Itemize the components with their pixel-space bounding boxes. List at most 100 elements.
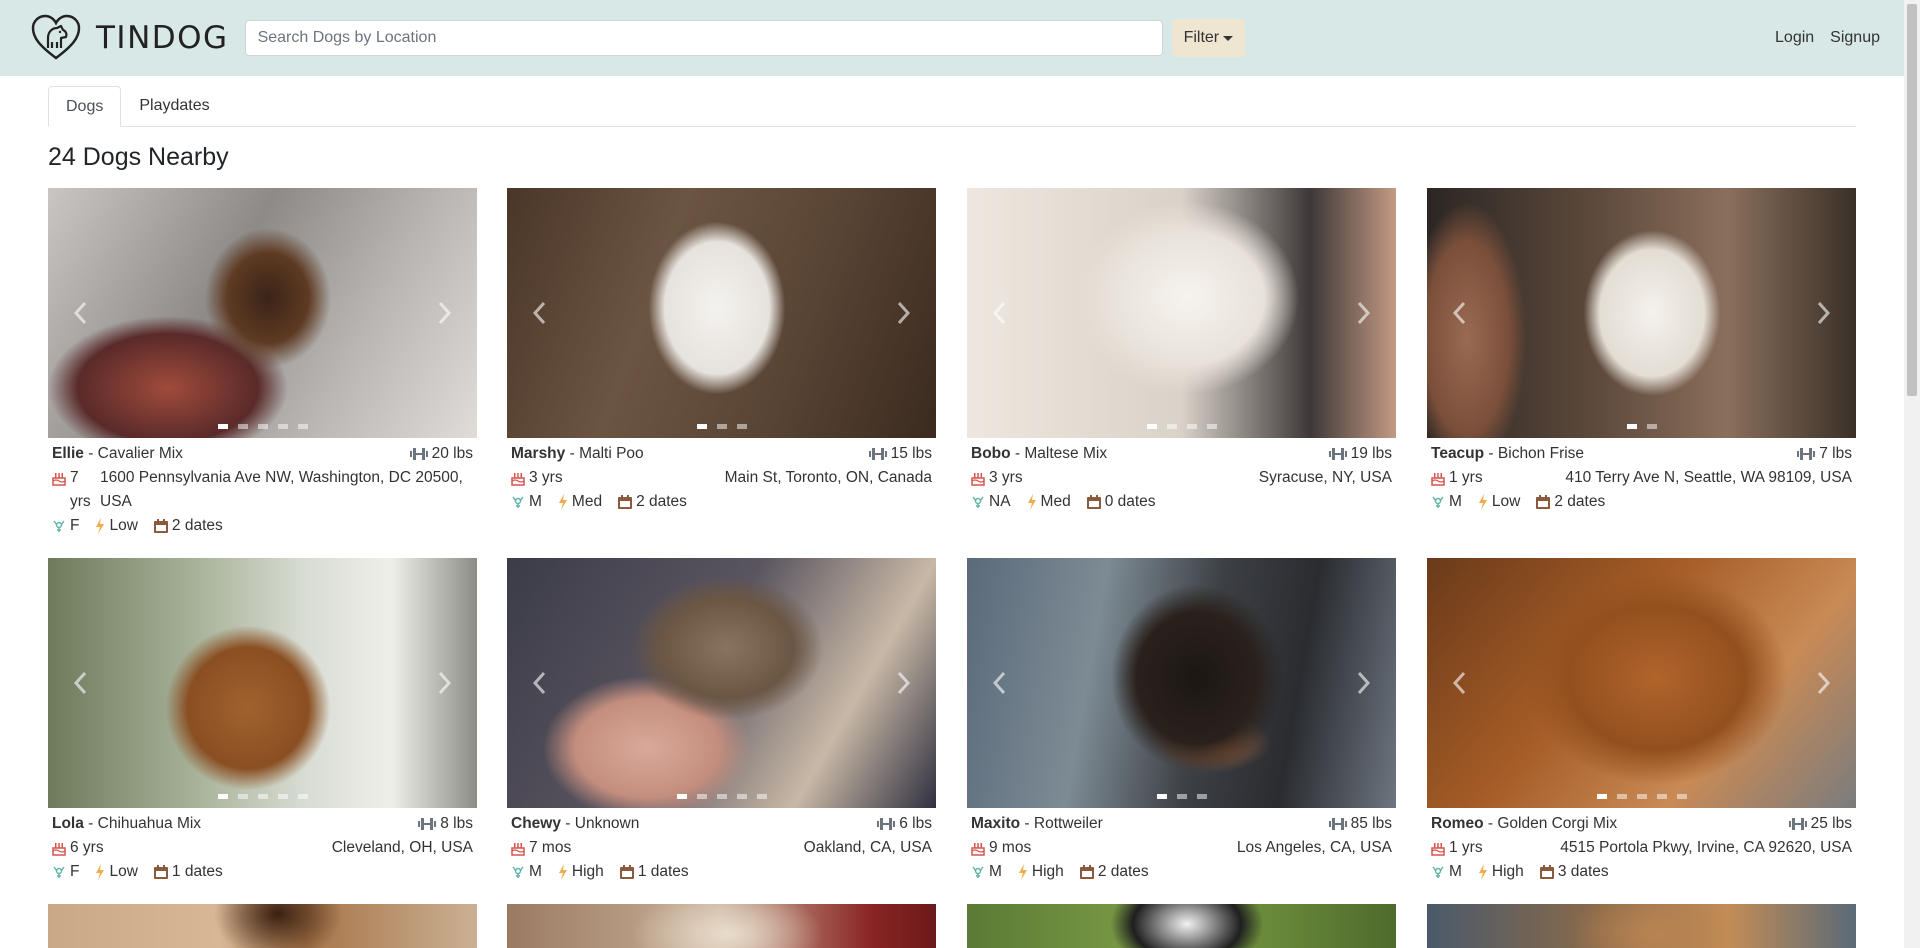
carousel-indicator[interactable] — [696, 794, 707, 799]
carousel-indicator[interactable] — [1156, 794, 1167, 799]
chevron-left-icon[interactable] — [989, 670, 1011, 696]
dog-weight: 15 lbs — [890, 445, 932, 462]
filter-dropdown-button[interactable]: Filter — [1171, 19, 1246, 57]
chevron-right-icon[interactable] — [892, 300, 914, 326]
dog-card[interactable]: Romeo - Golden Corgi Mix 25 lbs 1 yrs 45… — [1427, 558, 1856, 884]
dog-sex-block: M — [1431, 860, 1462, 884]
carousel-indicator[interactable] — [257, 424, 268, 429]
tab-dogs[interactable]: Dogs — [48, 86, 122, 127]
dog-photo[interactable] — [967, 558, 1396, 808]
dog-age-block: 9 mos — [971, 836, 1237, 860]
dog-photo[interactable] — [48, 904, 477, 948]
carousel-indicator[interactable] — [1186, 424, 1197, 429]
chevron-right-icon[interactable] — [1812, 300, 1834, 326]
dog-photo[interactable] — [507, 904, 936, 948]
carousel-indicator[interactable] — [756, 794, 767, 799]
dog-card[interactable]: Marshy - Malti Poo 15 lbs 3 yrs Main St,… — [507, 188, 936, 514]
carousel-indicator[interactable] — [696, 424, 707, 429]
signup-link[interactable]: Signup — [1830, 29, 1880, 47]
tab-playdates[interactable]: Playdates — [121, 86, 227, 125]
dog-card[interactable]: Teacup - Bichon Frise 7 lbs 1 yrs 410 Te… — [1427, 188, 1856, 514]
search-input[interactable] — [244, 20, 1163, 56]
dog-card[interactable]: Ellie - Cavalier Mix 20 lbs 7 yrs 1600 Pe… — [48, 188, 477, 538]
carousel-indicator[interactable] — [217, 424, 228, 429]
chevron-right-icon[interactable] — [1352, 300, 1374, 326]
chevron-left-icon[interactable] — [70, 670, 92, 696]
carousel-indicator[interactable] — [676, 794, 687, 799]
dog-card[interactable] — [967, 904, 1396, 948]
login-link[interactable]: Login — [1775, 29, 1814, 47]
carousel-indicator[interactable] — [1176, 794, 1187, 799]
dog-sex: M — [1449, 863, 1462, 880]
dog-title: Ellie - Cavalier Mix — [52, 445, 183, 462]
gender-icon — [1432, 496, 1444, 508]
dog-energy: High — [571, 863, 604, 880]
dog-photo[interactable] — [967, 188, 1396, 438]
dog-card[interactable] — [507, 904, 936, 948]
dog-photo[interactable] — [1427, 904, 1856, 948]
dog-dates-block: 1 dates — [619, 860, 689, 884]
dumbbell-icon — [1328, 448, 1347, 460]
chevron-left-icon[interactable] — [529, 670, 551, 696]
carousel-indicator[interactable] — [297, 424, 308, 429]
carousel-indicator[interactable] — [1646, 424, 1657, 429]
carousel-indicator[interactable] — [277, 424, 288, 429]
scrollbar[interactable] — [1904, 0, 1920, 948]
carousel-indicator[interactable] — [1626, 424, 1637, 429]
chevron-left-icon[interactable] — [529, 300, 551, 326]
dog-location: 1600 Pennsylvania Ave NW, Washington, DC… — [100, 469, 463, 510]
carousel-indicator[interactable] — [1596, 794, 1607, 799]
carousel-indicator[interactable] — [237, 794, 248, 799]
dog-card[interactable]: Bobo - Maltese Mix 19 lbs 3 yrs Syracuse… — [967, 188, 1396, 514]
dog-info: Teacup - Bichon Frise 7 lbs 1 yrs 410 Te… — [1427, 438, 1856, 514]
carousel-indicator[interactable] — [736, 424, 747, 429]
dog-card[interactable] — [1427, 904, 1856, 948]
carousel-indicator[interactable] — [1146, 424, 1157, 429]
carousel-indicator[interactable] — [217, 794, 228, 799]
lightning-icon — [1027, 494, 1036, 510]
chevron-right-icon[interactable] — [892, 670, 914, 696]
chevron-right-icon[interactable] — [433, 300, 455, 326]
dog-card[interactable] — [48, 904, 477, 948]
carousel-indicator[interactable] — [1616, 794, 1627, 799]
dog-energy-block: Low — [1478, 490, 1520, 514]
carousel-indicator[interactable] — [237, 424, 248, 429]
dog-photo[interactable] — [48, 188, 477, 438]
scrollbar-thumb[interactable] — [1907, 4, 1917, 396]
dog-photo[interactable] — [1427, 558, 1856, 808]
carousel-indicator[interactable] — [1676, 794, 1687, 799]
dog-card[interactable]: Chewy - Unknown 6 lbs 7 mos Oakland, CA,… — [507, 558, 936, 884]
carousel-indicator[interactable] — [1656, 794, 1667, 799]
carousel-indicator[interactable] — [277, 794, 288, 799]
chevron-right-icon[interactable] — [1812, 670, 1834, 696]
dog-age-block: 7 mos — [511, 836, 804, 860]
carousel-indicator[interactable] — [1166, 424, 1177, 429]
dog-sex: M — [529, 493, 542, 510]
dog-card[interactable]: Lola - Chihuahua Mix 8 lbs 6 yrs Clevela… — [48, 558, 477, 884]
chevron-left-icon[interactable] — [1449, 670, 1471, 696]
dog-photo[interactable] — [48, 558, 477, 808]
dog-card[interactable]: Maxito - Rottweiler 85 lbs 9 mos Los Ang… — [967, 558, 1396, 884]
carousel-indicator[interactable] — [257, 794, 268, 799]
dumbbell-icon — [409, 448, 428, 460]
carousel-indicator[interactable] — [716, 424, 727, 429]
carousel-indicator[interactable] — [1636, 794, 1647, 799]
carousel-indicator[interactable] — [297, 794, 308, 799]
dog-sex: F — [70, 863, 80, 880]
chevron-right-icon[interactable] — [433, 670, 455, 696]
dog-breed: Chihuahua Mix — [97, 815, 202, 832]
chevron-right-icon[interactable] — [1352, 670, 1374, 696]
chevron-left-icon[interactable] — [1449, 300, 1471, 326]
carousel-indicator[interactable] — [1196, 794, 1207, 799]
carousel-indicator[interactable] — [716, 794, 727, 799]
dog-weight-block: 15 lbs — [868, 442, 932, 466]
brand[interactable]: TINDOG — [30, 14, 229, 62]
chevron-left-icon[interactable] — [70, 300, 92, 326]
dog-photo[interactable] — [507, 188, 936, 438]
dog-photo[interactable] — [507, 558, 936, 808]
dog-photo[interactable] — [967, 904, 1396, 948]
dog-photo[interactable] — [1427, 188, 1856, 438]
carousel-indicator[interactable] — [736, 794, 747, 799]
chevron-left-icon[interactable] — [989, 300, 1011, 326]
carousel-indicator[interactable] — [1206, 424, 1217, 429]
